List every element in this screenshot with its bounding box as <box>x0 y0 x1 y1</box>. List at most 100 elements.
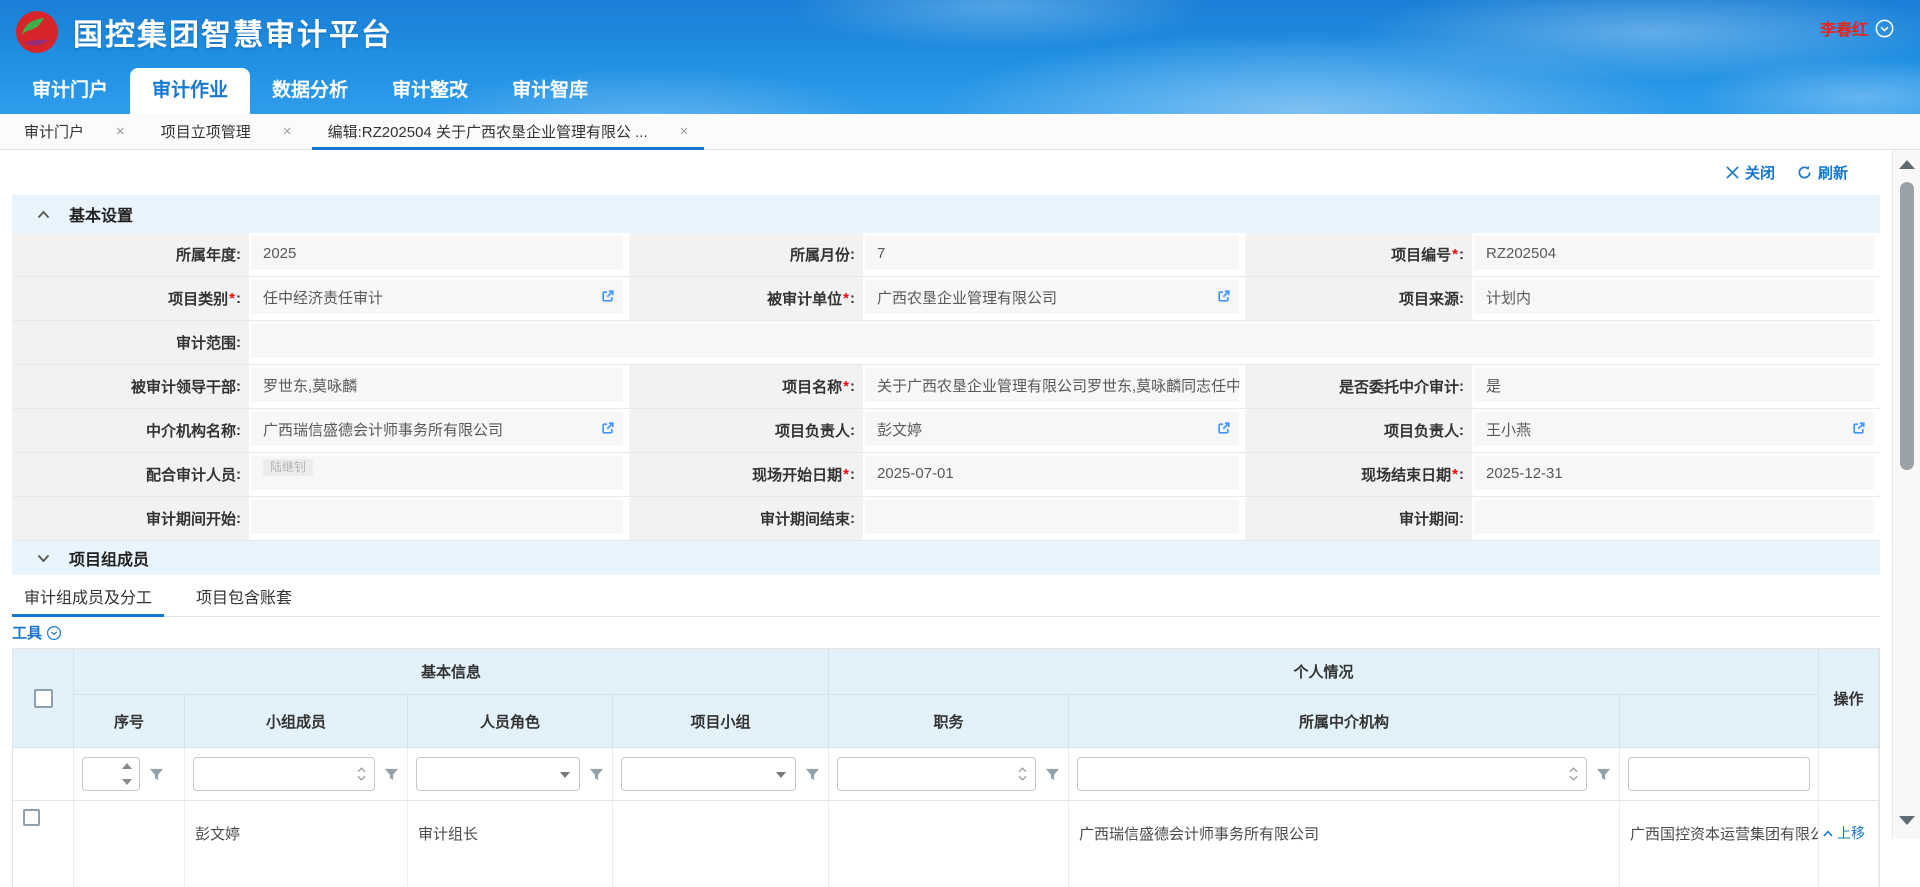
tools-menu-button[interactable]: 工具 <box>12 622 42 643</box>
nav-item-data-analysis[interactable]: 数据分析 <box>250 68 370 114</box>
close-page-button[interactable]: 关闭 <box>1726 162 1775 183</box>
filter-funnel-icon[interactable] <box>805 767 820 782</box>
agency-filter-input[interactable] <box>1077 757 1587 791</box>
section-basic-settings[interactable]: 基本设置 <box>12 195 1880 233</box>
doc-tab-project-setup[interactable]: 项目立项管理 × <box>143 114 310 149</box>
project-name-field[interactable]: 关于广西农垦企业管理有限公司罗世东,莫咏麟同志任中纟 <box>865 368 1239 402</box>
page-toolbar: 关闭 刷新 <box>0 150 1892 195</box>
chevron-down-icon[interactable] <box>1569 775 1578 781</box>
step-up-icon[interactable] <box>122 763 132 769</box>
member-filter-input[interactable] <box>193 757 375 791</box>
external-link-icon[interactable] <box>600 421 615 440</box>
audited-leaders-field[interactable]: 罗世东,莫咏麟 <box>251 368 623 402</box>
nav-item-audit-work[interactable]: 审计作业 <box>130 68 250 114</box>
member-tag[interactable]: 陆继钊 <box>263 459 313 476</box>
chevron-down-icon[interactable] <box>357 775 366 781</box>
column-header-role: 人员角色 <box>408 695 613 748</box>
close-icon[interactable]: × <box>283 123 292 140</box>
chevron-up-icon[interactable] <box>1569 767 1578 773</box>
step-down-icon[interactable] <box>122 779 132 785</box>
filter-funnel-icon[interactable] <box>149 767 164 782</box>
column-header-agency: 所属中介机构 <box>1069 695 1620 748</box>
project-code-field[interactable]: RZ202504 <box>1474 236 1874 270</box>
field-label: 审计期间: <box>1245 497 1472 541</box>
filter-funnel-icon[interactable] <box>589 767 604 782</box>
external-link-icon[interactable] <box>1216 421 1231 440</box>
basic-settings-form: 所属年度*: 2025 所属月份*: 7 项目编号*: RZ202504 项目类… <box>12 233 1880 541</box>
duty-filter-input[interactable] <box>837 757 1036 791</box>
tab-team-members[interactable]: 审计组成员及分工 <box>24 575 152 616</box>
close-icon[interactable]: × <box>116 123 125 140</box>
extra-filter-input[interactable] <box>1628 757 1810 791</box>
group-filter-select[interactable] <box>621 757 796 791</box>
filter-funnel-icon[interactable] <box>384 767 399 782</box>
scrollbar-thumb[interactable] <box>1900 182 1914 470</box>
section-project-team[interactable]: 项目组成员 <box>12 541 1880 575</box>
audit-period-end-field[interactable] <box>865 500 1239 534</box>
scroll-down-icon[interactable] <box>1899 816 1915 825</box>
audit-period-field[interactable] <box>1474 500 1874 534</box>
doc-tab-edit-project[interactable]: 编辑:RZ202504 关于广西农垦企业管理有限公 ... × <box>310 114 707 149</box>
field-label: 审计期间开始: <box>12 497 249 541</box>
field-start-date[interactable]: 2025-07-01 <box>865 456 1239 490</box>
nav-item-audit-rectify[interactable]: 审计整改 <box>370 68 490 114</box>
column-header-action: 操作 <box>1819 649 1879 748</box>
project-source-field[interactable]: 计划内 <box>1474 280 1874 314</box>
brand: 国控集团智慧审计平台 <box>14 9 393 55</box>
audit-scope-field[interactable] <box>251 324 1874 358</box>
column-header-member: 小组成员 <box>185 695 408 748</box>
tab-project-ledgers[interactable]: 项目包含账套 <box>196 575 292 616</box>
chevron-down-circle-icon[interactable] <box>1875 19 1894 38</box>
seq-filter-input[interactable] <box>82 757 140 791</box>
main-nav: 审计门户 审计作业 数据分析 审计整改 审计智库 <box>10 68 610 114</box>
filter-funnel-icon[interactable] <box>1045 767 1060 782</box>
doc-tab-portal[interactable]: 审计门户 × <box>6 114 143 149</box>
month-field[interactable]: 7 <box>865 236 1239 270</box>
row-checkbox[interactable] <box>23 809 40 826</box>
field-label: 项目来源*: <box>1245 277 1472 321</box>
field-end-date[interactable]: 2025-12-31 <box>1474 456 1874 490</box>
nav-item-audit-portal[interactable]: 审计门户 <box>10 68 130 114</box>
nav-item-audit-library[interactable]: 审计智库 <box>490 68 610 114</box>
field-label: 项目名称*: <box>629 365 863 409</box>
field-label: 审计范围: <box>12 321 249 365</box>
field-label: 项目编号*: <box>1245 233 1472 277</box>
project-leader2-field[interactable]: 王小燕 <box>1474 412 1874 446</box>
year-field[interactable]: 2025 <box>251 236 623 270</box>
scroll-up-icon[interactable] <box>1899 160 1915 169</box>
chevron-up-icon[interactable] <box>1018 767 1027 773</box>
project-leader-field[interactable]: 彭文婷 <box>865 412 1239 446</box>
chevron-down-circle-icon[interactable] <box>46 625 62 641</box>
filter-funnel-icon[interactable] <box>1596 767 1611 782</box>
field-label: 被审计领导干部*: <box>12 365 249 409</box>
external-link-icon[interactable] <box>1216 289 1231 308</box>
field-label: 配合审计人员*: <box>12 453 249 497</box>
assist-auditors-field[interactable]: 陆继钊 <box>251 456 623 490</box>
field-label: 中介机构名称*: <box>12 409 249 453</box>
role-filter-select[interactable] <box>416 757 580 791</box>
field-label: 现场开始日期*: <box>629 453 863 497</box>
move-up-link[interactable]: 上移 <box>1823 823 1878 843</box>
refresh-button[interactable]: 刷新 <box>1797 162 1848 183</box>
audited-unit-field[interactable]: 广西农垦企业管理有限公司 <box>865 280 1239 314</box>
cell-agency: 广西瑞信盛德会计师事务所有限公司 <box>1069 801 1620 887</box>
field-label: 审计期间结束: <box>629 497 863 541</box>
field-label: 所属年度*: <box>12 233 249 277</box>
chevron-up-icon[interactable] <box>37 210 50 219</box>
select-all-checkbox[interactable] <box>34 689 53 708</box>
company-logo <box>14 9 60 55</box>
user-menu[interactable]: 李春红 <box>1820 16 1894 40</box>
external-link-icon[interactable] <box>1851 421 1866 440</box>
external-link-icon[interactable] <box>600 289 615 308</box>
intermediary-name-field[interactable]: 广西瑞信盛德会计师事务所有限公司 <box>251 412 623 446</box>
chevron-down-icon[interactable] <box>1018 775 1027 781</box>
chevron-up-icon[interactable] <box>357 767 366 773</box>
column-header-extra <box>1620 695 1819 748</box>
close-icon[interactable]: × <box>680 123 689 140</box>
project-type-field[interactable]: 任中经济责任审计 <box>251 280 623 314</box>
intermediary-entrusted-field[interactable]: 是 <box>1474 368 1874 402</box>
section-title: 项目组成员 <box>69 546 149 570</box>
chevron-down-icon[interactable] <box>37 554 50 563</box>
audit-period-start-field[interactable] <box>251 500 623 534</box>
vertical-scrollbar[interactable] <box>1892 150 1920 839</box>
